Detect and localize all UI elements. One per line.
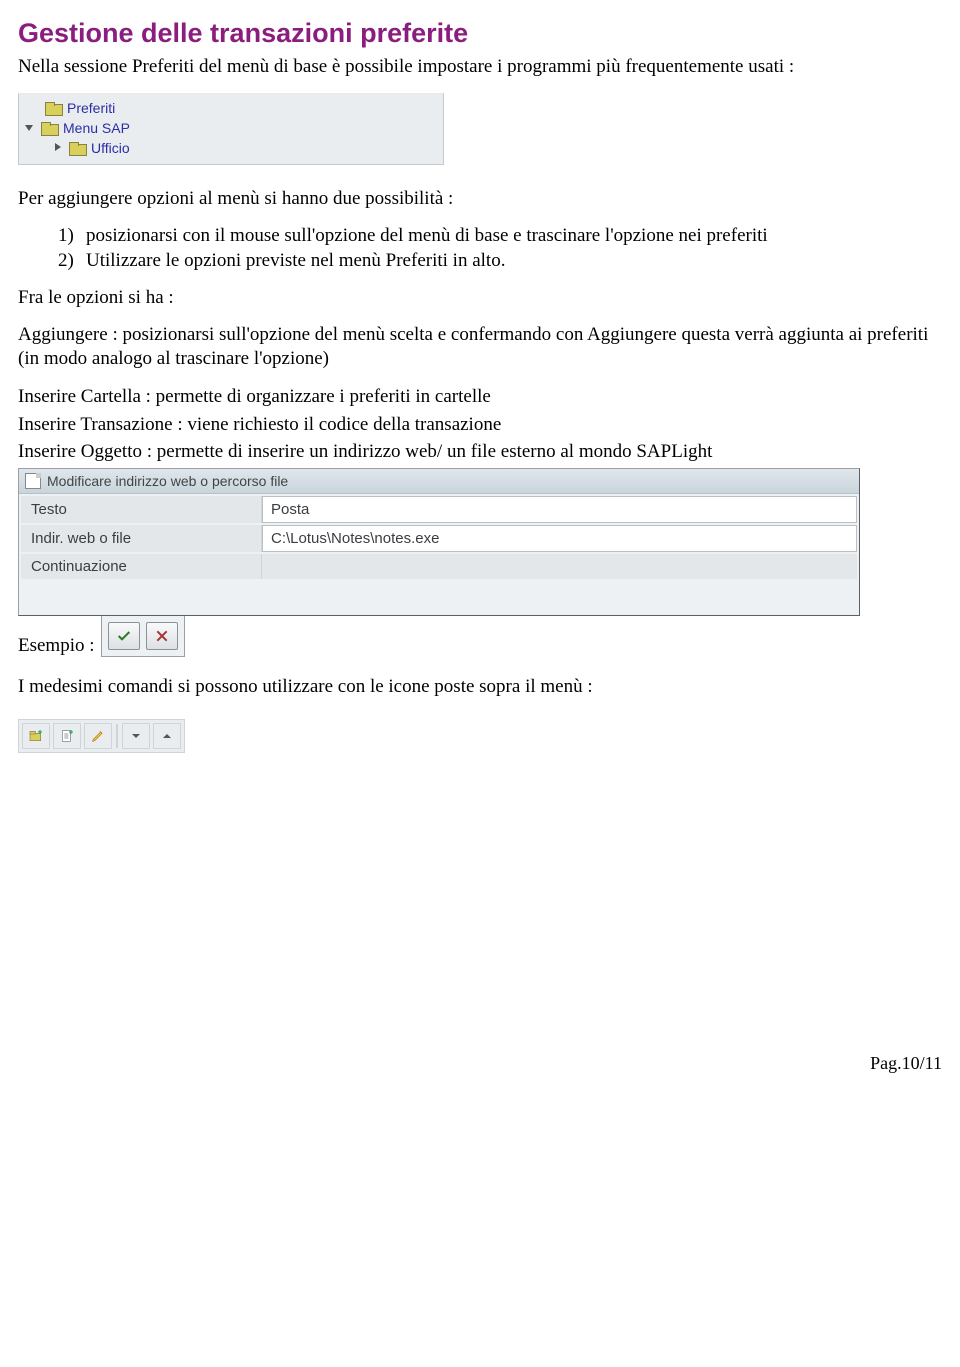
list-item-text: Utilizzare le opzioni previste nel menù … (86, 250, 942, 272)
list-item-number: 1) (58, 225, 86, 247)
favorites-toolbar (18, 719, 185, 753)
paragraph: Inserire Cartella : permette di organizz… (18, 385, 942, 409)
edit-icon (90, 728, 106, 744)
paragraph: Per aggiungere opzioni al menù si hanno … (18, 187, 942, 211)
move-down-button[interactable] (122, 723, 150, 749)
dialog-titlebar[interactable]: Modificare indirizzo web o percorso file (19, 469, 859, 494)
numbered-list: 1) posizionarsi con il mouse sull'opzion… (18, 225, 942, 272)
add-folder-icon (28, 728, 44, 744)
list-item-number: 2) (58, 250, 86, 272)
paragraph: Fra le opzioni si ha : (18, 286, 942, 310)
tree-item-label: Preferiti (67, 100, 115, 116)
page-number: Pag.10/11 (18, 1053, 942, 1074)
check-icon (116, 628, 132, 644)
paragraph: Aggiungere : posizionarsi sull'opzione d… (18, 323, 942, 371)
paragraph: Inserire Oggetto : permette di inserire … (18, 440, 942, 464)
tree-row[interactable]: Preferiti (23, 98, 443, 118)
folder-icon (45, 102, 61, 114)
folder-icon (41, 122, 57, 134)
ok-button[interactable] (108, 622, 140, 650)
field-label: Continuazione (21, 554, 262, 579)
paragraph: I medesimi comandi si possono utilizzare… (18, 675, 942, 699)
field-label: Testo (21, 496, 262, 523)
tree-item-label: Ufficio (91, 140, 130, 156)
text-input[interactable]: C:\Lotus\Notes\notes.exe (262, 525, 857, 552)
folder-icon (69, 142, 85, 154)
edit-button[interactable] (84, 723, 112, 749)
intro-paragraph: Nella sessione Preferiti del menù di bas… (18, 55, 942, 79)
cancel-button[interactable] (146, 622, 178, 650)
document-icon (25, 473, 41, 489)
dialog-field-row: Indir. web o file C:\Lotus\Notes\notes.e… (21, 525, 857, 552)
list-item: 2) Utilizzare le opzioni previste nel me… (58, 250, 942, 272)
dialog-field-row: Continuazione (21, 554, 857, 579)
add-transaction-button[interactable] (53, 723, 81, 749)
esempio-label: Esempio : (18, 635, 95, 657)
tree-item-label: Menu SAP (63, 120, 130, 136)
text-input[interactable]: Posta (262, 496, 857, 523)
dialog-title-text: Modificare indirizzo web o percorso file (47, 473, 288, 489)
chevron-right-icon[interactable] (51, 141, 65, 155)
menu-tree-panel: Preferiti Menu SAP Ufficio (18, 93, 444, 165)
paragraph: Inserire Transazione : viene richiesto i… (18, 413, 942, 437)
page-title: Gestione delle transazioni preferite (18, 18, 942, 49)
empty-field (262, 554, 857, 579)
tree-row[interactable]: Ufficio (23, 138, 443, 158)
toolbar-separator (116, 724, 118, 748)
dialog-modificare-indirizzo: Modificare indirizzo web o percorso file… (18, 468, 860, 616)
up-arrow-icon (159, 728, 175, 744)
chevron-down-icon[interactable] (23, 121, 37, 135)
list-item: 1) posizionarsi con il mouse sull'opzion… (58, 225, 942, 247)
cross-icon (154, 628, 170, 644)
move-up-button[interactable] (153, 723, 181, 749)
dialog-field-row: Testo Posta (21, 496, 857, 523)
add-folder-button[interactable] (22, 723, 50, 749)
down-arrow-icon (128, 728, 144, 744)
tree-row[interactable]: Menu SAP (23, 118, 443, 138)
add-transaction-icon (59, 728, 75, 744)
field-label: Indir. web o file (21, 525, 262, 552)
list-item-text: posizionarsi con il mouse sull'opzione d… (86, 225, 942, 247)
